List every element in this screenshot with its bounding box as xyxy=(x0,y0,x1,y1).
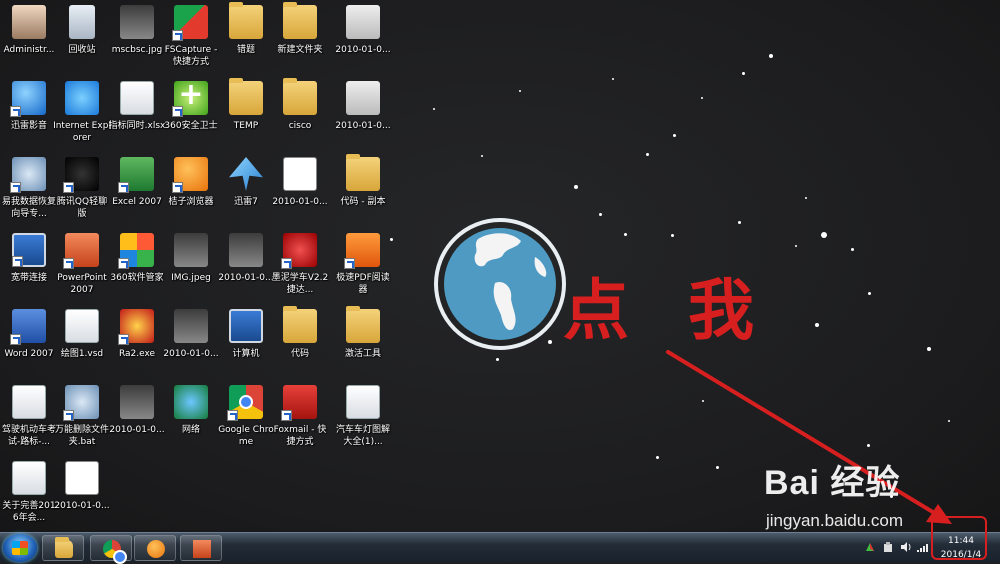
start-button[interactable] xyxy=(3,534,37,562)
windows-logo-icon xyxy=(12,541,28,555)
taskbar-explorer-button[interactable] xyxy=(42,535,84,561)
taskbar-orange-browser-button[interactable] xyxy=(134,535,176,561)
flag-icon[interactable] xyxy=(864,541,876,553)
taskbar-chrome-button[interactable] xyxy=(90,535,132,564)
chrome-icon xyxy=(103,540,127,564)
volume-icon[interactable] xyxy=(900,541,912,553)
network-signal-icon[interactable] xyxy=(916,541,928,553)
orange-browser-icon xyxy=(147,540,165,558)
watermark-brand: Bai 经验 xyxy=(764,464,901,502)
watermark-url: jingyan.baidu.com xyxy=(766,511,904,530)
clock-highlight-annotation xyxy=(931,516,987,560)
action-center-icon[interactable] xyxy=(882,541,894,553)
taskbar: 11:44 2016/1/4 xyxy=(0,532,1000,564)
taskbar-powerpoint-button[interactable] xyxy=(180,535,222,561)
explorer-icon xyxy=(55,537,73,558)
powerpoint-icon xyxy=(193,540,211,558)
desktop: Administr... 回收站 mscbsc.jpg FSCapture - 快捷方… xyxy=(0,0,1000,532)
red-arrow-annotation xyxy=(666,350,952,524)
